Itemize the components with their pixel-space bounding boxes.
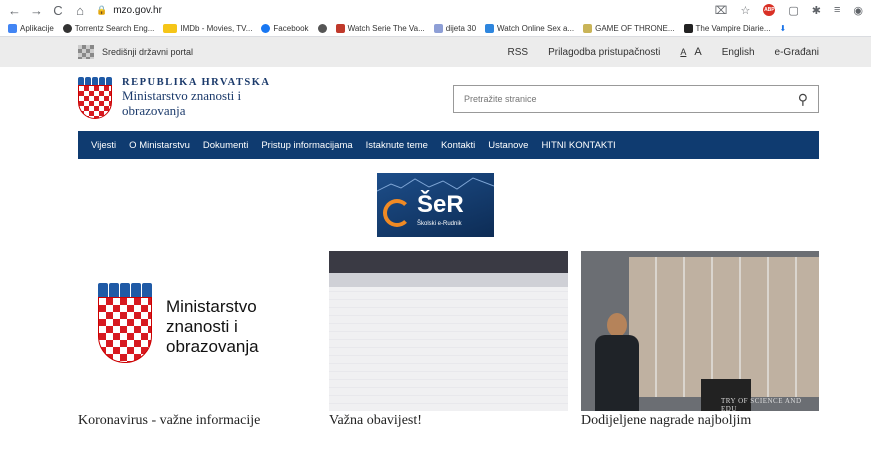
bookmark-item[interactable]: GAME OF THRONE...	[583, 23, 675, 33]
screen-tab-bar	[329, 273, 568, 287]
card-title-corona[interactable]: Koronavirus - važne informacije	[78, 413, 260, 429]
site-header: REPUBLIKA HRVATSKA Ministarstvo znanosti…	[0, 67, 871, 131]
nav-pristup-informacijama[interactable]: Pristup informacijama	[261, 140, 352, 151]
checkerboard-icon	[78, 45, 94, 59]
bookmark-item[interactable]: Watch Serie The Va...	[335, 23, 425, 33]
banner-title: ŠeR	[417, 191, 464, 218]
nav-o-ministarstvu[interactable]: O Ministarstvu	[129, 140, 190, 151]
speaker-photo	[591, 313, 643, 411]
url-text: mzo.gov.hr	[113, 4, 162, 16]
portal-name: Središnji državni portal	[102, 47, 194, 57]
browser-toolbar: ← → C ⌂ 🔒 mzo.gov.hr ⌧ ☆ ABP ▢ ✱ ≡ ◉	[0, 0, 871, 20]
nav-istaknute-teme[interactable]: Istaknute teme	[366, 140, 428, 151]
site-search: ⚲	[453, 85, 819, 113]
banner-subtitle: Školski e-Rudnik	[417, 221, 462, 227]
bookmark-item[interactable]: Aplikacije	[8, 23, 54, 33]
bookmark-label: The Vampire Diarie...	[695, 23, 771, 33]
forward-icon[interactable]: →	[30, 3, 43, 18]
got-icon	[583, 23, 593, 33]
brand-line-1: REPUBLIKA HRVATSKA	[122, 77, 271, 88]
ministry-name-3: obrazovanja	[166, 337, 259, 356]
extension-icon[interactable]: ▢	[788, 4, 798, 17]
lock-icon: 🔒	[96, 4, 108, 15]
portal-bar: Središnji državni portal RSS Prilagodba …	[0, 37, 871, 67]
adblock-icon[interactable]: ABP	[763, 4, 776, 16]
banner-text: TRY OF SCIENCE AND EDU	[721, 397, 802, 411]
globe-icon	[317, 23, 327, 33]
nav-ustanove[interactable]: Ustanove	[488, 140, 528, 151]
reload-icon[interactable]: C	[52, 3, 64, 18]
news-cards: Ministarstvo znanosti i obrazovanja TRY …	[0, 251, 871, 428]
bookmark-label: Watch Serie The Va...	[347, 23, 425, 33]
profile-icon[interactable]: ◉	[853, 4, 863, 17]
diet-icon	[433, 23, 443, 33]
nav-dokumenti[interactable]: Dokumenti	[203, 140, 248, 151]
apps-icon	[8, 23, 17, 33]
coat-of-arms-icon	[98, 283, 152, 371]
bookmark-label: Torrentz Search Eng...	[74, 23, 155, 33]
card-title-notice[interactable]: Važna obavijest!	[329, 413, 422, 429]
imdb-icon	[163, 23, 178, 33]
bookmark-item[interactable]: Watch Online Sex a...	[485, 23, 575, 33]
font-small-link[interactable]: A	[680, 47, 686, 57]
portal-links: RSS Prilagodba pristupačnosti A A Englis…	[508, 46, 820, 58]
reading-list-icon[interactable]: ≡	[834, 4, 840, 16]
address-bar[interactable]: 🔒 mzo.gov.hr	[96, 1, 686, 19]
bookmark-item[interactable]	[317, 23, 327, 33]
download-icon[interactable]: ⬇	[780, 24, 787, 33]
puzzle-icon[interactable]: ✱	[812, 4, 821, 17]
site-logo[interactable]: REPUBLIKA HRVATSKA Ministarstvo znanosti…	[78, 77, 270, 121]
search-input[interactable]	[464, 94, 798, 104]
bookmark-item[interactable]: Torrentz Search Eng...	[62, 23, 155, 33]
bookmark-item[interactable]: Facebook	[261, 23, 309, 33]
home-icon[interactable]: ⌂	[74, 3, 86, 18]
egradani-link[interactable]: e-Građani	[775, 47, 819, 58]
news-card-corona[interactable]: Ministarstvo znanosti i obrazovanja	[78, 251, 314, 411]
card-title-awards[interactable]: Dodijeljene nagrade najboljim	[581, 413, 751, 429]
serie-icon	[335, 23, 345, 33]
back-icon[interactable]: ←	[8, 3, 21, 18]
vampire-icon	[683, 23, 693, 33]
ser-banner[interactable]: ŠeR Školski e-Rudnik	[377, 173, 494, 237]
star-icon[interactable]: ☆	[740, 4, 750, 17]
ministry-name-1: Ministarstvo	[166, 297, 257, 316]
coat-of-arms-icon	[78, 77, 112, 121]
video-icon	[485, 23, 495, 33]
accessibility-link[interactable]: Prilagodba pristupačnosti	[548, 47, 660, 58]
search-icon[interactable]: ⚲	[798, 91, 808, 108]
translate-icon[interactable]: ⌧	[715, 4, 728, 17]
nav-vijesti[interactable]: Vijesti	[91, 140, 116, 151]
bookmark-label: IMDb - Movies, TV...	[180, 23, 253, 33]
nav-hitni-kontakti[interactable]: HITNI KONTAKTI	[541, 140, 615, 151]
news-card-notice[interactable]	[329, 251, 568, 411]
bookmark-label: Watch Online Sex a...	[497, 23, 575, 33]
brand-line-3: obrazovanja	[122, 103, 186, 118]
bookmark-label: Aplikacije	[20, 23, 54, 33]
bookmark-label: dijeta 30	[445, 23, 477, 33]
facebook-icon	[261, 23, 271, 33]
ministry-name-2: znanosti i	[166, 317, 238, 336]
english-link[interactable]: English	[722, 47, 755, 58]
portal-logo[interactable]: Središnji državni portal	[78, 45, 193, 59]
bookmark-label: Facebook	[273, 23, 309, 33]
bookmark-label: GAME OF THRONE...	[595, 23, 675, 33]
banner-wrap: ŠeR Školski e-Rudnik	[0, 159, 871, 237]
bookmark-item[interactable]: dijeta 30	[433, 23, 477, 33]
news-card-awards[interactable]: TRY OF SCIENCE AND EDU	[581, 251, 819, 411]
rss-link[interactable]: RSS	[508, 47, 529, 58]
ministry-logo: Ministarstvo znanosti i obrazovanja	[98, 283, 259, 371]
bookmarks-bar: Aplikacije Torrentz Search Eng... IMDb -…	[0, 20, 871, 37]
browser-actions: ⌧ ☆ ABP ▢ ✱ ≡ ◉	[715, 4, 863, 17]
bookmark-item[interactable]: IMDb - Movies, TV...	[163, 23, 253, 33]
bookmark-item[interactable]: The Vampire Diarie...	[683, 23, 771, 33]
nav-kontakti[interactable]: Kontakti	[441, 140, 475, 151]
ring-icon	[383, 199, 411, 227]
font-large-link[interactable]: A	[694, 46, 701, 58]
video-wall-photo	[629, 257, 819, 397]
brand-line-2: Ministarstvo znanosti i	[122, 88, 242, 103]
screen-header-bar	[329, 251, 568, 273]
torrentz-icon	[62, 23, 72, 33]
main-nav: Vijesti O Ministarstvu Dokumenti Pristup…	[78, 131, 819, 159]
